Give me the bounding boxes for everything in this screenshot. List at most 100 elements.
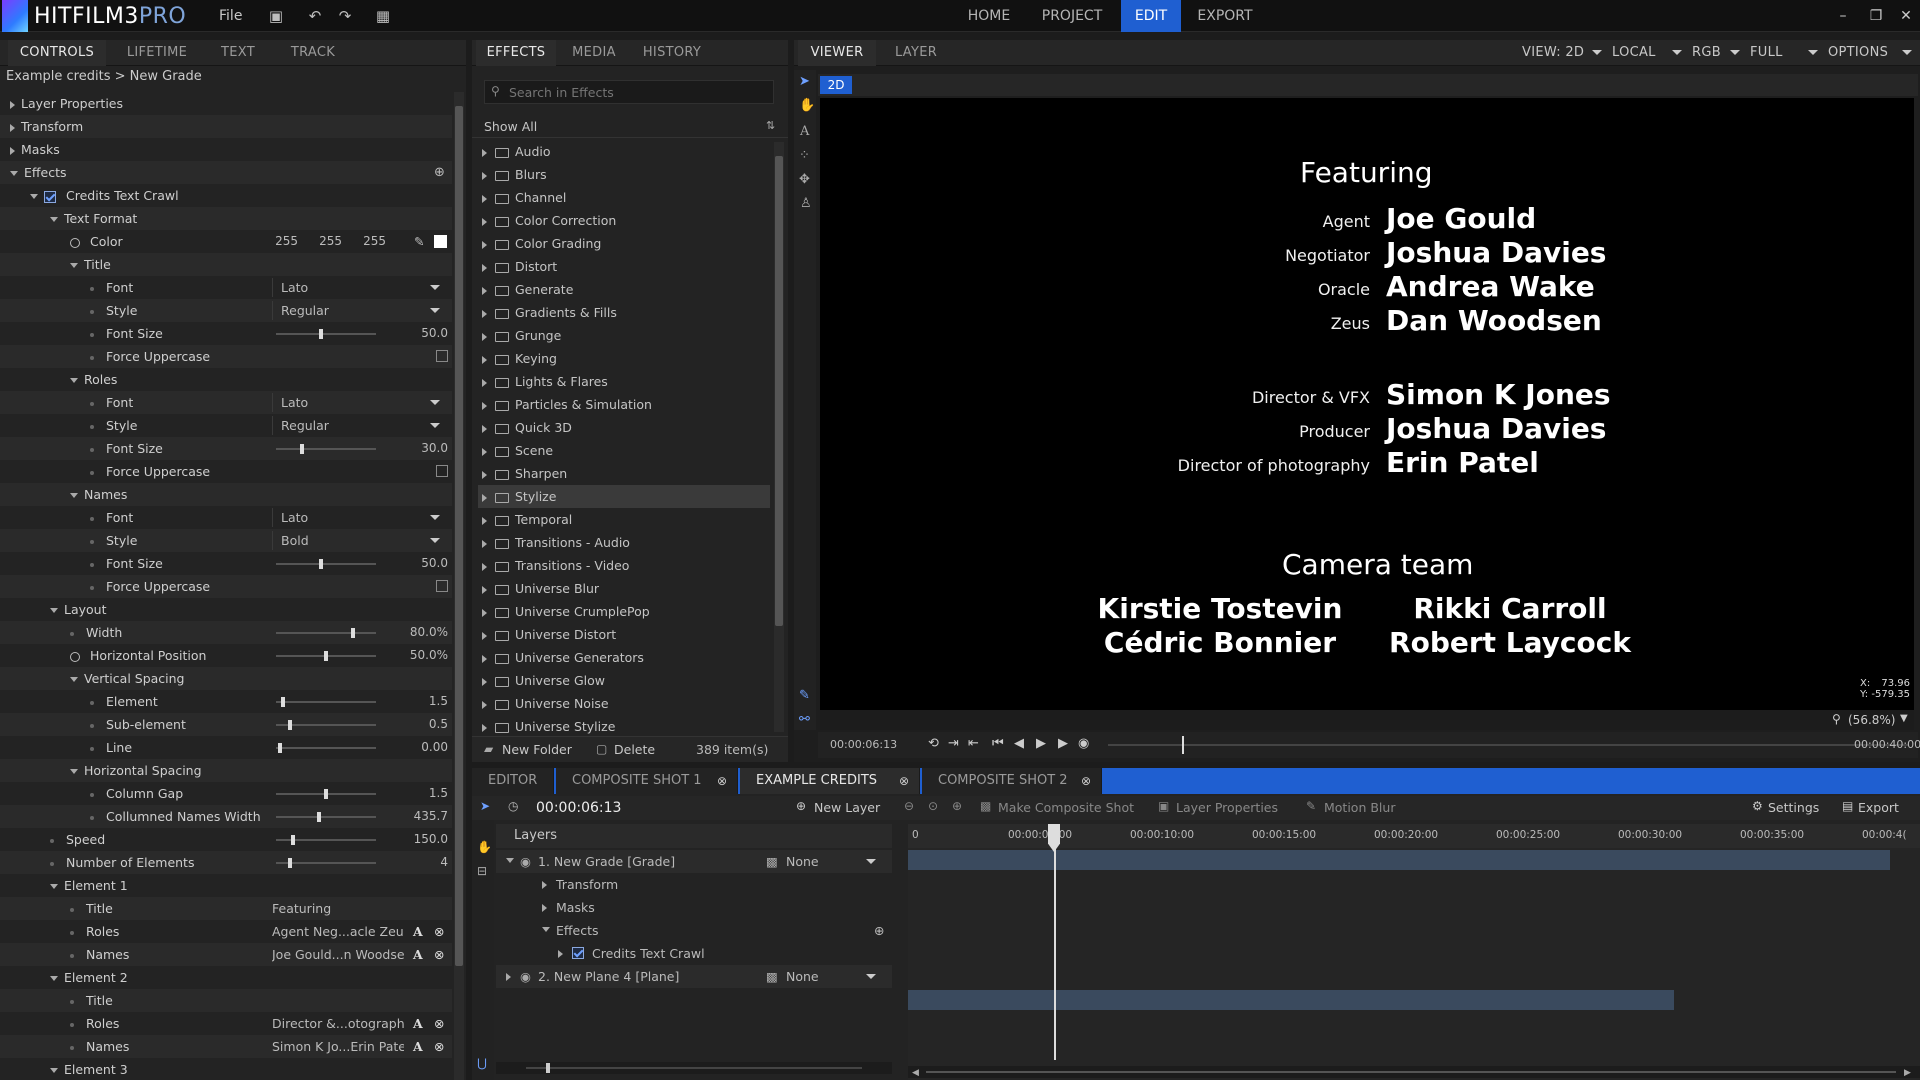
blend-mode-value[interactable]: None <box>786 850 819 873</box>
value-slider[interactable] <box>276 812 376 822</box>
effects-folder-color-correction[interactable]: Color Correction <box>478 209 770 232</box>
expand-closed-icon[interactable] <box>10 100 15 109</box>
effects-folder-generate[interactable]: Generate <box>478 278 770 301</box>
expand-open-icon[interactable] <box>70 263 78 268</box>
expand-open-icon[interactable] <box>50 217 58 222</box>
expand-icon[interactable] <box>558 950 563 958</box>
visibility-eye-icon[interactable]: ◉ <box>520 850 531 873</box>
slider-knob[interactable] <box>288 858 292 868</box>
close-tab-icon[interactable]: ⊗ <box>1081 768 1091 794</box>
nav-tab-export[interactable]: EXPORT <box>1187 0 1263 32</box>
control-row-roles[interactable]: Roles <box>0 368 452 391</box>
timeline-layer-row[interactable]: Effects ⊕ <box>496 919 892 942</box>
value-slider[interactable] <box>276 720 376 730</box>
go-start-icon[interactable]: ⏮ <box>992 736 1004 751</box>
tab-track[interactable]: TRACK <box>276 40 350 66</box>
visibility-eye-icon[interactable]: ◉ <box>520 965 531 988</box>
font-dropdown[interactable]: Lato <box>272 508 448 527</box>
expand-closed-icon[interactable] <box>482 654 487 663</box>
search-input[interactable] <box>509 83 769 101</box>
expand-closed-icon[interactable] <box>482 286 487 295</box>
expand-closed-icon[interactable] <box>482 562 487 571</box>
value-slider[interactable] <box>276 743 376 753</box>
expand-icon[interactable] <box>506 973 511 981</box>
expand-closed-icon[interactable] <box>482 240 487 249</box>
keyframe-toggle-icon[interactable] <box>70 651 80 662</box>
effects-folder-lights-flares[interactable]: Lights & Flares <box>478 370 770 393</box>
settings-button[interactable]: Settings <box>1768 800 1819 815</box>
color-b-value[interactable]: 255 <box>350 230 386 253</box>
color-g-value[interactable]: 255 <box>306 230 342 253</box>
chevron-down-icon[interactable] <box>866 859 876 864</box>
effects-folder-scene[interactable]: Scene <box>478 439 770 462</box>
text-field-value[interactable]: Joe Gould...n Woodsen <box>272 943 404 966</box>
slider-value[interactable]: 0.00 <box>386 736 448 759</box>
timeline-layer-row[interactable]: Transform <box>496 873 892 896</box>
timeline-layer-row[interactable]: ◉ 2. New Plane 4 [Plane] ▩ None <box>496 965 892 988</box>
expand-closed-icon[interactable] <box>482 217 487 226</box>
add-effect-icon[interactable]: ⊕ <box>434 161 445 184</box>
value-slider[interactable] <box>276 559 376 569</box>
slider-knob[interactable] <box>278 743 282 753</box>
make-composite-button[interactable]: Make Composite Shot <box>998 800 1134 815</box>
text-field-value[interactable]: Agent Neg...acle Zeus <box>272 920 404 943</box>
export-button[interactable]: Export <box>1858 800 1899 815</box>
expand-closed-icon[interactable] <box>10 123 15 132</box>
minimize-icon[interactable]: – <box>1833 6 1853 26</box>
control-row-title[interactable]: Title <box>0 253 452 276</box>
add-effect-icon[interactable]: ⊕ <box>874 919 884 942</box>
control-row-text-format[interactable]: Text Format <box>0 207 452 230</box>
text-field-value[interactable]: Simon K Jo...Erin Patel <box>272 1035 404 1058</box>
pen-tool-icon[interactable]: ✎ <box>799 688 810 703</box>
close-icon[interactable]: ✕ <box>1896 6 1916 26</box>
viewer-playhead[interactable] <box>1182 736 1184 754</box>
hand-tool-icon[interactable]: ✋ <box>799 98 815 113</box>
slider-value[interactable]: 30.0 <box>386 437 448 460</box>
layer-properties-button[interactable]: Layer Properties <box>1176 800 1278 815</box>
slider-knob[interactable] <box>317 812 321 822</box>
slider-value[interactable]: 4 <box>386 851 448 874</box>
value-slider[interactable] <box>276 651 376 661</box>
expand-closed-icon[interactable] <box>482 539 487 548</box>
control-row-horizontal-spacing[interactable]: Horizontal Spacing <box>0 759 452 782</box>
select-tool-icon[interactable]: ➤ <box>799 74 810 89</box>
keyframe-toggle-icon[interactable] <box>70 237 80 248</box>
clear-icon[interactable]: ⊗ <box>434 920 444 943</box>
expand-closed-icon[interactable] <box>482 493 487 502</box>
expand-open-icon[interactable] <box>70 378 78 383</box>
value-slider[interactable] <box>276 628 376 638</box>
new-folder-button[interactable]: New Folder <box>502 742 572 757</box>
viewer-canvas[interactable]: Featuring Agent Joe Gould Negotiator Joshua… <box>820 98 1914 710</box>
tl-hand-icon[interactable]: ✋ <box>477 840 492 854</box>
tab-history[interactable]: HISTORY <box>632 40 712 66</box>
expand-icon[interactable] <box>542 904 547 912</box>
view-2d-badge[interactable]: 2D <box>820 76 852 94</box>
slider-value[interactable]: 50.0% <box>386 644 448 667</box>
expand-closed-icon[interactable] <box>482 447 487 456</box>
expand-open-icon[interactable] <box>70 493 78 498</box>
slider-knob[interactable] <box>281 697 285 707</box>
redo-icon[interactable]: ↷ <box>336 7 354 25</box>
viewer-option-rgb[interactable]: RGB <box>1692 40 1744 66</box>
font-dropdown[interactable]: Lato <box>272 393 448 412</box>
expand-closed-icon[interactable] <box>482 332 487 341</box>
text-edit-icon[interactable]: A <box>413 1035 423 1058</box>
slider-value[interactable]: 50.0 <box>386 552 448 575</box>
pin-tool-icon[interactable]: ♙ <box>800 196 812 211</box>
clear-icon[interactable]: ⊗ <box>434 943 444 966</box>
expand-open-icon[interactable] <box>50 976 58 981</box>
viewer-option-view-2d[interactable]: VIEW: 2D <box>1522 40 1606 66</box>
in-point-icon[interactable]: ⇥ <box>948 736 959 751</box>
save-icon[interactable]: ▣ <box>267 7 285 25</box>
expand-open-icon[interactable] <box>50 608 58 613</box>
timeline-timecode[interactable]: 00:00:06:13 <box>536 800 621 816</box>
expand-closed-icon[interactable] <box>482 723 487 732</box>
expand-closed-icon[interactable] <box>482 677 487 686</box>
force-uppercase-checkbox[interactable] <box>436 465 448 477</box>
slider-knob[interactable] <box>288 720 292 730</box>
viewer-option-local[interactable]: LOCAL <box>1612 40 1686 66</box>
expand-icon[interactable] <box>542 881 547 889</box>
delete-button[interactable]: Delete <box>614 742 655 757</box>
record-icon[interactable]: ◉ <box>1078 736 1089 751</box>
font-dropdown[interactable]: Bold <box>272 531 448 550</box>
